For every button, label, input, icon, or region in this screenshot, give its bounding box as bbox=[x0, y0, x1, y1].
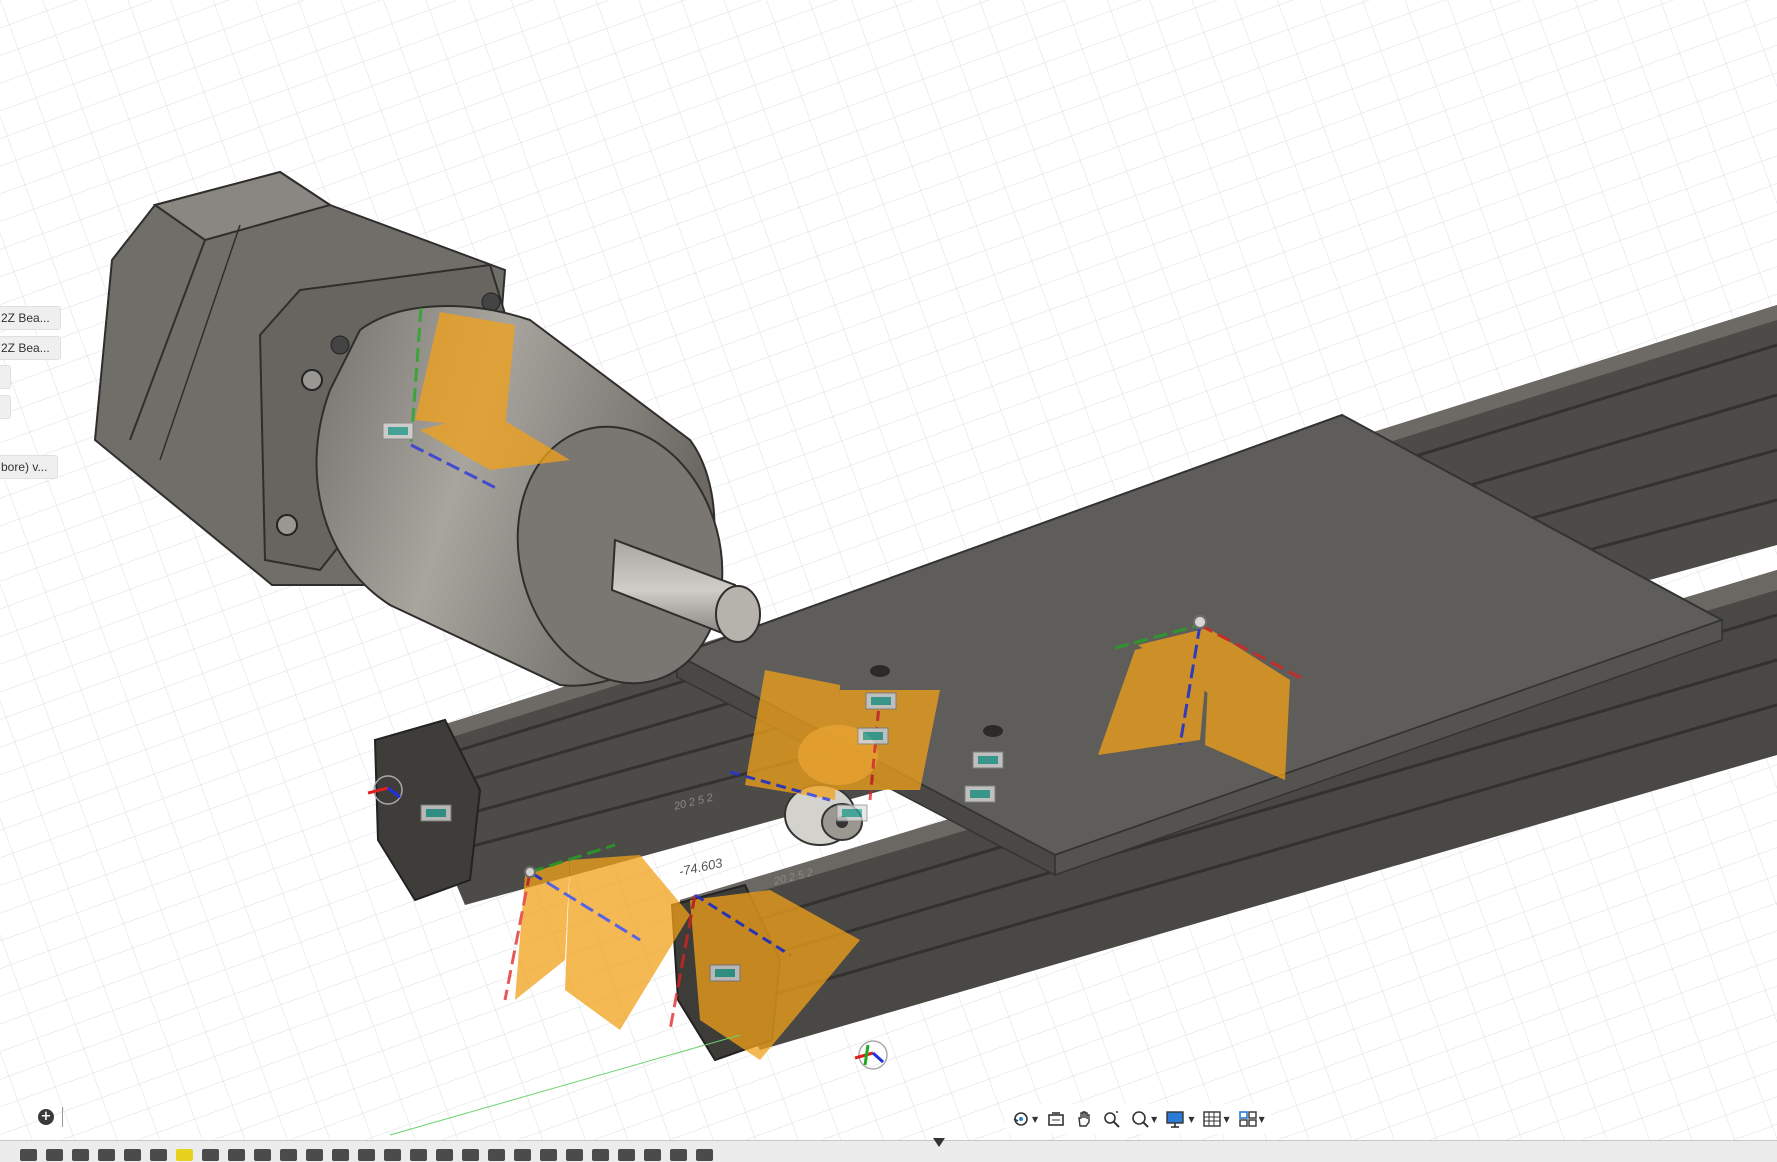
divider bbox=[62, 1107, 63, 1127]
display-settings-button[interactable]: ▼ bbox=[1163, 1105, 1196, 1133]
canvas-viewport[interactable]: -74.603 20 2 5 2 20 2 5 2 bbox=[0, 0, 1777, 1161]
orbit-button[interactable]: ▼ bbox=[1009, 1105, 1040, 1133]
timeline-feature-icon[interactable] bbox=[436, 1149, 453, 1161]
browser-item-bore[interactable]: bore) v... bbox=[0, 455, 59, 479]
timeline-feature-icon[interactable] bbox=[306, 1149, 323, 1161]
navigation-bar: ▼ ▼ ▼ ▼ ▼ bbox=[1005, 1104, 1271, 1134]
timeline-feature-icon[interactable] bbox=[566, 1149, 583, 1161]
timeline-feature-icon[interactable] bbox=[332, 1149, 349, 1161]
browser-item-label: 2Z Bea... bbox=[1, 341, 50, 355]
timeline-feature-icon[interactable] bbox=[644, 1149, 661, 1161]
timeline-feature-icon[interactable] bbox=[124, 1149, 141, 1161]
look-at-icon bbox=[1048, 1112, 1064, 1126]
timeline-marker[interactable] bbox=[933, 1138, 945, 1147]
timeline-feature-icon[interactable] bbox=[20, 1149, 37, 1161]
browser-item-label: bore) v... bbox=[1, 460, 48, 474]
timeline-feature-icon[interactable] bbox=[462, 1149, 479, 1161]
timeline-feature-icon[interactable] bbox=[618, 1149, 635, 1161]
timeline-feature-icon[interactable] bbox=[410, 1149, 427, 1161]
timeline-feature-icon[interactable] bbox=[202, 1149, 219, 1161]
chevron-down-icon: ▼ bbox=[1151, 1114, 1158, 1124]
browser-item-label: 2Z Bea... bbox=[1, 311, 50, 325]
pan-button[interactable] bbox=[1072, 1105, 1096, 1133]
browser-item-collapsed-1[interactable] bbox=[0, 365, 11, 389]
timeline-feature-icon[interactable] bbox=[72, 1149, 89, 1161]
timeline-feature-icon[interactable] bbox=[98, 1149, 115, 1161]
timeline-feature-icon[interactable] bbox=[514, 1149, 531, 1161]
timeline-feature-icon[interactable] bbox=[150, 1149, 167, 1161]
display-settings-icon bbox=[1166, 1111, 1185, 1128]
look-at-button[interactable] bbox=[1044, 1105, 1068, 1133]
zoom-icon bbox=[1104, 1111, 1120, 1128]
timeline[interactable] bbox=[0, 1138, 1777, 1162]
timeline-features bbox=[20, 1149, 713, 1161]
zoom-button[interactable] bbox=[1100, 1105, 1124, 1133]
timeline-feature-icon[interactable] bbox=[384, 1149, 401, 1161]
timeline-feature-icon[interactable] bbox=[358, 1149, 375, 1161]
timeline-feature-icon[interactable] bbox=[254, 1149, 271, 1161]
timeline-feature-icon[interactable] bbox=[592, 1149, 609, 1161]
chevron-down-icon: ▼ bbox=[1223, 1114, 1230, 1124]
timeline-feature-icon[interactable] bbox=[540, 1149, 557, 1161]
timeline-feature-icon[interactable] bbox=[46, 1149, 63, 1161]
timeline-feature-icon[interactable] bbox=[488, 1149, 505, 1161]
browser-item-collapsed-2[interactable] bbox=[0, 395, 11, 419]
add-icon[interactable]: + bbox=[38, 1109, 54, 1125]
timeline-feature-icon[interactable] bbox=[176, 1149, 193, 1161]
timeline-feature-icon[interactable] bbox=[280, 1149, 297, 1161]
grid-settings-button[interactable]: ▼ bbox=[1200, 1105, 1231, 1133]
chevron-down-icon: ▼ bbox=[1188, 1114, 1195, 1124]
timeline-feature-icon[interactable] bbox=[228, 1149, 245, 1161]
viewports-button[interactable]: ▼ bbox=[1236, 1105, 1267, 1133]
timeline-feature-icon[interactable] bbox=[696, 1149, 713, 1161]
chevron-down-icon: ▼ bbox=[1258, 1114, 1265, 1124]
chevron-down-icon: ▼ bbox=[1032, 1114, 1039, 1124]
orbit-icon bbox=[1013, 1112, 1028, 1126]
zoom-window-button[interactable]: ▼ bbox=[1128, 1105, 1159, 1133]
browser-item-bearing-2[interactable]: 2Z Bea... bbox=[0, 336, 61, 360]
browser-item-bearing-1[interactable]: 2Z Bea... bbox=[0, 306, 61, 330]
zoom-window-icon bbox=[1132, 1111, 1149, 1128]
viewports-icon bbox=[1238, 1111, 1257, 1127]
pan-icon bbox=[1078, 1111, 1090, 1127]
timeline-feature-icon[interactable] bbox=[670, 1149, 687, 1161]
grid-settings-icon bbox=[1203, 1111, 1222, 1127]
